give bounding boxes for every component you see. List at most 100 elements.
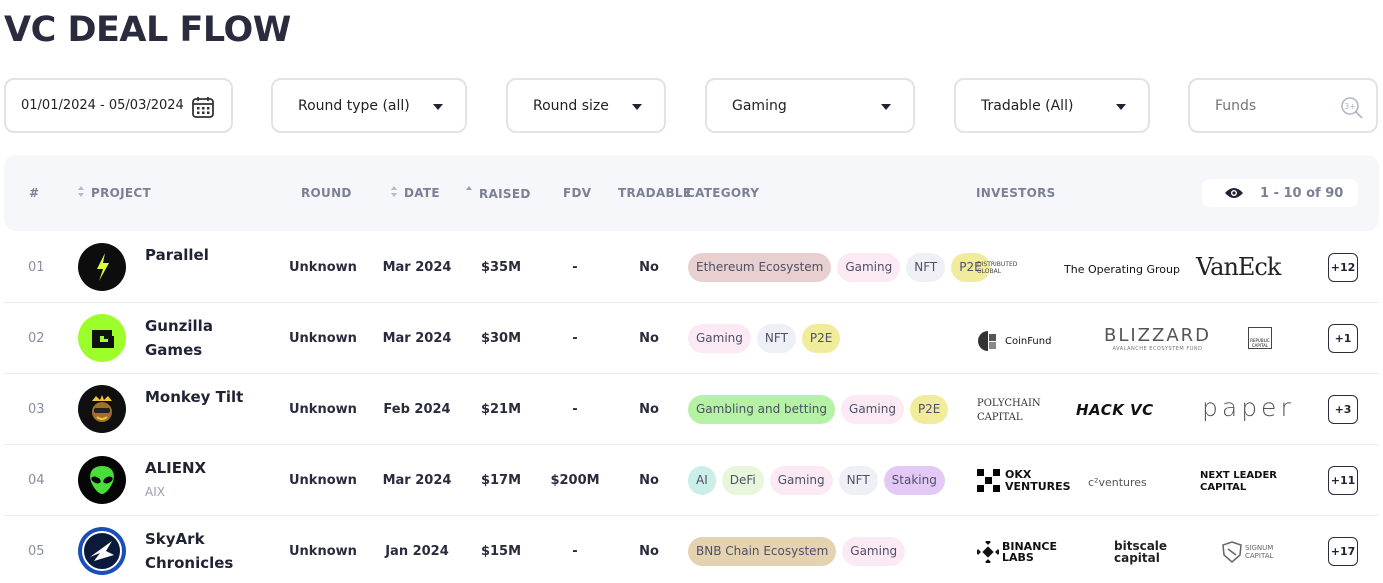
investor-logo[interactable]: SIGNUM CAPITAL [1222, 541, 1285, 563]
calendar-icon[interactable] [191, 95, 215, 123]
category-tag[interactable]: Gaming [841, 395, 904, 424]
round-type-value: Round type (all) [298, 97, 410, 114]
category-tag[interactable]: Gaming [842, 537, 906, 566]
funds-search[interactable]: 3+ [1188, 78, 1378, 133]
row-index: 03 [28, 402, 45, 417]
tradable-value: No [639, 260, 659, 275]
category-tag[interactable]: P2E [801, 324, 841, 353]
category-tag[interactable]: Gambling and betting [688, 395, 836, 424]
date-value: Jan 2024 [385, 544, 449, 559]
more-investors-button[interactable]: +1 [1328, 324, 1358, 353]
category-tag[interactable]: P2E [909, 395, 949, 424]
project-name[interactable]: SkyArk Chronicles [145, 527, 255, 575]
project-name[interactable]: Parallel [145, 243, 209, 267]
search-icon[interactable]: 3+ [1340, 96, 1364, 124]
date-range-filter[interactable]: 01/01/2024 - 05/03/2024 [4, 78, 233, 133]
investor-logo[interactable]: BLIZZARD AVALANCHE ECOSYSTEM FUND [1104, 325, 1211, 352]
category-tag[interactable]: Ethereum Ecosystem [688, 253, 832, 282]
table-row[interactable]: 04 ALIENX AIX Unknown Mar 2024 $17M $200… [4, 445, 1379, 516]
investor-logo[interactable]: POLYCHAIN CAPITAL [977, 397, 1047, 425]
category-tag[interactable]: BNB Chain Ecosystem [688, 537, 837, 566]
investor-logo[interactable]: BINANCE LABS [977, 541, 1064, 563]
category-tag[interactable]: Gaming [688, 324, 751, 353]
round-value: Unknown [289, 260, 357, 275]
category-tag[interactable]: NFT [906, 253, 946, 282]
category-tag[interactable]: Gaming [769, 466, 833, 495]
round-type-filter[interactable]: Round type (all) [271, 78, 467, 133]
category-tag[interactable]: DeFi [721, 466, 764, 495]
date-value: Mar 2024 [382, 331, 452, 346]
header-category: CATEGORY [686, 186, 760, 200]
header-raised[interactable]: RAISED [466, 186, 531, 201]
table-row[interactable]: 01 Parallel Unknown Mar 2024 $35M - No E… [4, 232, 1379, 303]
project-logo[interactable] [78, 243, 126, 291]
project-name[interactable]: Monkey Tilt [145, 385, 243, 409]
tradable-filter[interactable]: Tradable (All) [954, 78, 1150, 133]
fdv-value: - [572, 402, 578, 417]
tradable-value: No [639, 402, 659, 417]
category-tags: Gambling and betting Gaming P2E [688, 395, 949, 424]
header-investors: INVESTORS [976, 186, 1056, 200]
investor-name: BINANCE LABS [1002, 540, 1057, 564]
category-tag[interactable]: NFT [756, 324, 796, 353]
date-range-value: 01/01/2024 - 05/03/2024 [21, 98, 184, 113]
chevron-down-icon [632, 104, 642, 110]
row-index: 02 [28, 331, 45, 346]
investor-logo[interactable]: HACK VC [1076, 401, 1154, 419]
funds-input[interactable] [1215, 97, 1335, 114]
round-value: Unknown [289, 544, 357, 559]
round-value: Unknown [289, 473, 357, 488]
tradable-value: No [639, 544, 659, 559]
table-row[interactable]: 03 Monkey Tilt Unknown Feb 2024 $21M - N… [4, 374, 1379, 445]
project-logo[interactable] [78, 456, 126, 504]
chevron-down-icon [881, 104, 891, 110]
investor-logo[interactable]: The Operating Group [1064, 263, 1180, 276]
table-row[interactable]: 02 Gunzilla Games Unknown Mar 2024 $30M … [4, 303, 1379, 374]
header-date[interactable]: DATE [391, 186, 440, 200]
raised-value: $21M [480, 402, 522, 417]
svg-text:3+: 3+ [1344, 102, 1356, 111]
tradable-value: Tradable (All) [981, 97, 1074, 114]
investor-logo[interactable]: VanEck [1196, 253, 1281, 281]
header-project[interactable]: PROJECT [78, 186, 151, 200]
header-date-label: DATE [404, 186, 440, 200]
more-investors-button[interactable]: +11 [1328, 466, 1358, 495]
category-tag[interactable]: NFT [838, 466, 878, 495]
project-logo[interactable] [78, 385, 126, 433]
more-investors-button[interactable]: +3 [1328, 395, 1358, 424]
row-index: 04 [28, 473, 45, 488]
investor-logo[interactable]: bitscale capital [1114, 540, 1174, 564]
investor-name: CoinFund [1005, 335, 1052, 347]
investor-logo[interactable]: paper [1202, 393, 1295, 422]
investor-logo[interactable]: REPUBLIC CAPITAL [1248, 327, 1272, 349]
investor-logo[interactable]: CoinFund [977, 330, 1051, 352]
more-investors-button[interactable]: +17 [1328, 537, 1358, 566]
raised-value: $30M [480, 331, 522, 346]
deals-table: # PROJECT ROUND DATE RAISED FDV TRADABLE… [4, 155, 1379, 583]
investor-name: SIGNUM CAPITAL [1245, 544, 1274, 560]
table-row[interactable]: 05 SkyArk Chronicles Unknown Jan 2024 $1… [4, 516, 1379, 583]
pagination-badge[interactable]: 1 - 10 of 90 [1202, 179, 1358, 207]
investor-logo[interactable]: DISTRIBUTED GLOBAL [977, 261, 1019, 275]
header-project-label: PROJECT [91, 186, 151, 200]
investor-logo[interactable]: NEXT LEADER CAPITAL [1200, 470, 1310, 494]
category-filter[interactable]: Gaming [705, 78, 915, 133]
page-title: VC DEAL FLOW [4, 10, 291, 50]
round-size-filter[interactable]: Round size [506, 78, 666, 133]
eye-icon[interactable] [1224, 186, 1244, 200]
more-investors-button[interactable]: +12 [1328, 253, 1358, 282]
tradable-value: No [639, 473, 659, 488]
category-tag[interactable]: Staking [883, 466, 945, 495]
fdv-value: - [572, 331, 578, 346]
chevron-down-icon [433, 104, 443, 110]
category-tag[interactable]: Gaming [837, 253, 901, 282]
category-tag[interactable]: AI [688, 466, 716, 495]
project-logo[interactable] [78, 527, 126, 575]
header-tradable: TRADABLE [618, 186, 692, 200]
binance-icon [977, 541, 999, 563]
project-logo[interactable] [78, 314, 126, 362]
project-name[interactable]: ALIENX [145, 456, 206, 480]
investor-logo[interactable]: OKX VENTURES [977, 469, 1071, 493]
investor-logo[interactable]: c²ventures [1088, 476, 1147, 489]
project-name[interactable]: Gunzilla Games [145, 314, 255, 362]
